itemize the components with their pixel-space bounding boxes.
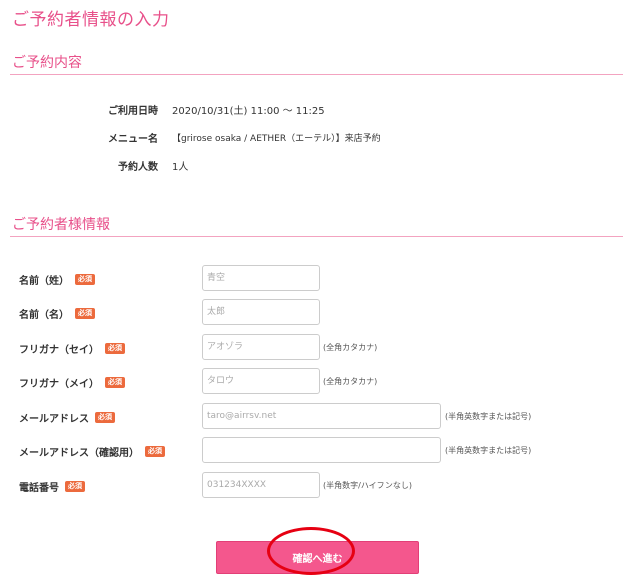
reservation-label: メニュー名 [108,134,158,145]
kana-first-name-input[interactable] [202,368,320,394]
section-divider [10,74,623,75]
required-badge: 必須 [105,377,125,388]
required-badge: 必須 [75,274,95,285]
customer-section-title: ご予約者様情報 [12,217,110,233]
field-label-text: 名前（姓） [19,276,69,287]
field-hint: (半角数字/ハイフンなし) [323,481,412,490]
field-hint: (半角英数字または記号) [445,446,532,455]
field-label-text: 電話番号 [19,483,59,494]
email-confirm-input[interactable] [202,437,441,463]
field-label: 名前（姓） 必須 [19,272,95,287]
first-name-input[interactable] [202,299,320,325]
email-input[interactable] [202,403,441,429]
field-row-last-name: 名前（姓） 必須 [0,265,640,293]
phone-input[interactable] [202,472,320,498]
reservation-label: 予約人数 [118,162,158,173]
field-row-phone: 電話番号必須 (半角数字/ハイフンなし) [0,472,640,500]
reservation-row-menu: メニュー名 【grirose osaka / AETHER（エーテル）】来店予約 [0,130,640,146]
field-label: フリガナ（セイ） 必須 [19,341,125,356]
reservation-row-party-size: 予約人数 1人 [0,158,640,174]
field-hint: (半角英数字または記号) [445,412,532,421]
field-label-text: メールアドレス [19,414,89,425]
proceed-to-confirm-button[interactable]: 確認へ進む [216,541,419,574]
field-label: 名前（名） 必須 [19,306,95,321]
reservation-label: ご利用日時 [108,106,158,117]
page-title: ご予約者情報の入力 [12,10,170,30]
field-label: フリガナ（メイ） 必須 [19,375,125,390]
field-label-text: フリガナ（セイ） [19,345,99,356]
field-row-kana-last: フリガナ（セイ） 必須 (全角カタカナ) [0,334,640,362]
field-label: 電話番号 必須 [19,479,85,494]
reservation-value: 1人 [172,162,189,173]
field-row-kana-first: フリガナ（メイ） 必須 (全角カタカナ) [0,368,640,396]
reservation-row-datetime: ご利用日時 2020/10/31(土) 11:00 ～ 11:25 [0,102,640,118]
field-row-email-confirm: メールアドレス（確認用） 必須 (半角英数字または記号) [0,437,640,465]
reservation-section-title: ご予約内容 [12,55,82,71]
required-badge: 必須 [95,412,115,423]
required-badge: 必須 [145,446,165,457]
field-hint: (全角カタカナ) [323,343,378,352]
reservation-value: 【grirose osaka / AETHER（エーテル）】来店予約 [172,134,381,144]
required-badge: 必須 [65,481,85,492]
kana-last-name-input[interactable] [202,334,320,360]
field-label-text: メールアドレス（確認用） [19,448,139,459]
field-label: メールアドレス 必須 [19,410,115,425]
field-row-email: メールアドレス必須 (半角英数字または記号) [0,403,640,431]
section-divider [10,236,623,237]
field-label-text: 名前（名） [19,310,69,321]
required-badge: 必須 [75,308,95,319]
required-badge: 必須 [105,343,125,354]
reservation-value: 2020/10/31(土) 11:00 ～ 11:25 [172,106,325,117]
field-label-text: フリガナ（メイ） [19,379,99,390]
field-hint: (全角カタカナ) [323,377,378,386]
field-row-first-name: 名前（名） 必須 [0,299,640,327]
field-label: メールアドレス（確認用） 必須 [19,444,165,459]
last-name-input[interactable] [202,265,320,291]
